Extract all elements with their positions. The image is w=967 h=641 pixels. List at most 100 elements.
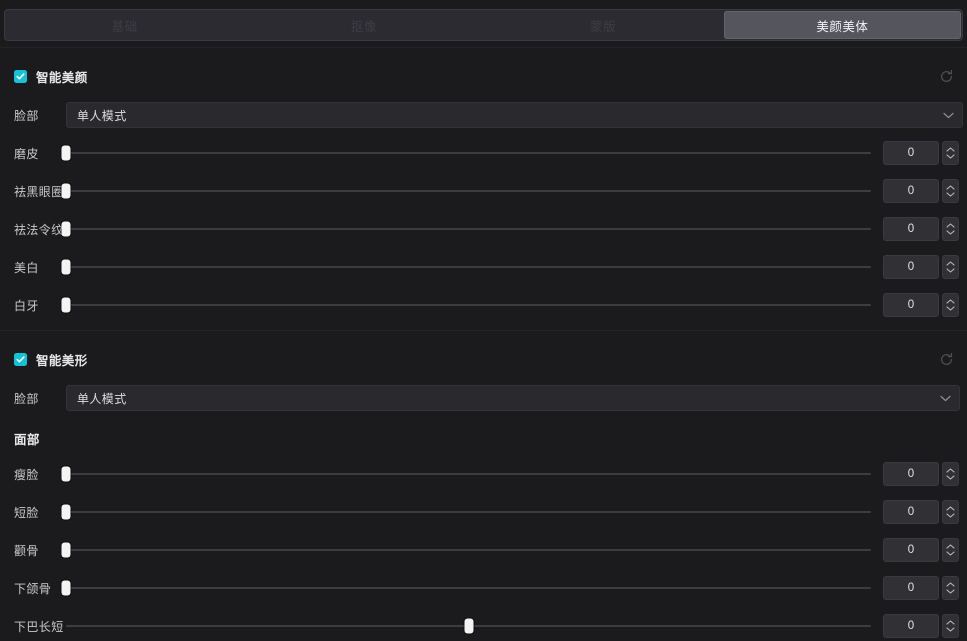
slider-thumb[interactable] bbox=[464, 618, 473, 634]
tab-mask[interactable]: 蒙版 bbox=[485, 11, 722, 39]
spin-value[interactable]: 0 bbox=[883, 255, 939, 279]
reset-circular-arrow-icon[interactable] bbox=[933, 63, 959, 89]
slider-dark-circles[interactable] bbox=[61, 183, 871, 199]
row-face-mode-reshape: 脸部 单人模式 bbox=[0, 379, 967, 417]
row-label: 白牙 bbox=[14, 298, 39, 313]
slider-short-face[interactable] bbox=[61, 504, 871, 520]
row-label: 短脸 bbox=[14, 505, 39, 520]
row-label: 脸部 bbox=[14, 108, 39, 123]
slider-thumb[interactable] bbox=[61, 259, 71, 275]
tab-label: 蒙版 bbox=[590, 19, 617, 34]
chevron-down-icon bbox=[946, 627, 955, 632]
section-header-smart-reshape: 智能美形 bbox=[0, 344, 967, 374]
spinbox-short-face[interactable]: 0 bbox=[883, 500, 959, 524]
row-slider-teeth-whitening: 白牙 0 bbox=[0, 286, 967, 324]
slider-track bbox=[66, 190, 871, 192]
chevron-down-icon bbox=[946, 192, 955, 197]
spin-stepper[interactable] bbox=[942, 614, 959, 638]
select-face-mode-beauty[interactable]: 单人模式 bbox=[66, 102, 963, 128]
row-slider-nasolabial-folds: 祛法令纹 0 bbox=[0, 210, 967, 248]
spin-stepper[interactable] bbox=[942, 179, 959, 203]
spin-value[interactable]: 0 bbox=[883, 217, 939, 241]
tab-beauty-body[interactable]: 美颜美体 bbox=[723, 11, 961, 39]
slider-nasolabial-folds[interactable] bbox=[61, 221, 871, 237]
slider-face-slimming[interactable] bbox=[61, 466, 871, 482]
chevron-up-icon bbox=[946, 223, 955, 228]
slider-track bbox=[66, 304, 871, 306]
chevron-up-icon bbox=[946, 544, 955, 549]
reset-circular-arrow-icon[interactable] bbox=[933, 346, 959, 372]
spin-stepper[interactable] bbox=[942, 538, 959, 562]
slider-thumb[interactable] bbox=[61, 504, 71, 520]
spin-stepper[interactable] bbox=[942, 255, 959, 279]
slider-thumb[interactable] bbox=[61, 580, 71, 596]
spin-value[interactable]: 0 bbox=[883, 293, 939, 317]
chevron-up-icon bbox=[946, 582, 955, 587]
slider-thumb[interactable] bbox=[61, 145, 71, 161]
slider-whitening[interactable] bbox=[61, 259, 871, 275]
chevron-down-icon bbox=[943, 106, 954, 124]
spinbox-chin-length[interactable]: 0 bbox=[883, 614, 959, 638]
spin-value[interactable]: 0 bbox=[883, 141, 939, 165]
chevron-up-icon bbox=[946, 299, 955, 304]
spinbox-whitening[interactable]: 0 bbox=[883, 255, 959, 279]
slider-thumb[interactable] bbox=[61, 221, 71, 237]
slider-track bbox=[66, 473, 871, 475]
slider-teeth-whitening[interactable] bbox=[61, 297, 871, 313]
row-slider-cheekbone: 颧骨 0 bbox=[0, 531, 967, 569]
chevron-up-icon bbox=[946, 468, 955, 473]
tab-basic[interactable]: 基础 bbox=[6, 11, 243, 39]
row-label: 瘦脸 bbox=[14, 467, 39, 482]
slider-chin-length[interactable] bbox=[66, 618, 871, 634]
spin-value[interactable]: 0 bbox=[883, 538, 939, 562]
slider-smoothing[interactable] bbox=[61, 145, 871, 161]
spin-stepper[interactable] bbox=[942, 217, 959, 241]
spin-value[interactable]: 0 bbox=[883, 576, 939, 600]
slider-track bbox=[66, 152, 871, 154]
slider-track bbox=[66, 266, 871, 268]
spin-value[interactable]: 0 bbox=[883, 614, 939, 638]
slider-track bbox=[66, 228, 871, 230]
spin-value[interactable]: 0 bbox=[883, 179, 939, 203]
section-header-smart-beauty: 智能美颜 bbox=[0, 61, 967, 91]
section-title: 智能美颜 bbox=[36, 70, 88, 85]
chevron-up-icon bbox=[946, 261, 955, 266]
chevron-down-icon bbox=[946, 154, 955, 159]
spin-value[interactable]: 0 bbox=[883, 462, 939, 486]
select-face-mode-reshape[interactable]: 单人模式 bbox=[66, 385, 960, 411]
spinbox-cheekbone[interactable]: 0 bbox=[883, 538, 959, 562]
slider-thumb[interactable] bbox=[61, 542, 71, 558]
spin-stepper[interactable] bbox=[942, 462, 959, 486]
chevron-down-icon bbox=[946, 475, 955, 480]
row-face-mode-beauty: 脸部 单人模式 bbox=[0, 96, 967, 134]
spinbox-nasolabial-folds[interactable]: 0 bbox=[883, 217, 959, 241]
slider-thumb[interactable] bbox=[61, 466, 71, 482]
chevron-down-icon bbox=[946, 513, 955, 518]
checkbox-smart-reshape[interactable] bbox=[14, 352, 27, 366]
chevron-up-icon bbox=[946, 620, 955, 625]
spinbox-smoothing[interactable]: 0 bbox=[883, 141, 959, 165]
tab-chroma-key[interactable]: 抠像 bbox=[245, 11, 482, 39]
spin-value[interactable]: 0 bbox=[883, 500, 939, 524]
slider-cheekbone[interactable] bbox=[61, 542, 871, 558]
select-value: 单人模式 bbox=[77, 391, 127, 406]
spin-stepper[interactable] bbox=[942, 293, 959, 317]
spin-stepper[interactable] bbox=[942, 141, 959, 165]
row-slider-whitening: 美白 0 bbox=[0, 248, 967, 286]
spinbox-face-slimming[interactable]: 0 bbox=[883, 462, 959, 486]
spinbox-jawbone[interactable]: 0 bbox=[883, 576, 959, 600]
section-divider bbox=[0, 330, 967, 331]
slider-thumb[interactable] bbox=[61, 297, 71, 313]
spin-stepper[interactable] bbox=[942, 576, 959, 600]
row-label: 祛法令纹 bbox=[14, 222, 64, 237]
checkbox-smart-beauty[interactable] bbox=[14, 69, 27, 83]
slider-jawbone[interactable] bbox=[61, 580, 871, 596]
spin-stepper[interactable] bbox=[942, 500, 959, 524]
row-label: 下巴长短 bbox=[14, 619, 64, 634]
spinbox-dark-circles[interactable]: 0 bbox=[883, 179, 959, 203]
chevron-down-icon bbox=[946, 551, 955, 556]
spinbox-teeth-whitening[interactable]: 0 bbox=[883, 293, 959, 317]
section-title: 智能美形 bbox=[36, 353, 88, 368]
tab-label: 美颜美体 bbox=[816, 19, 869, 34]
slider-thumb[interactable] bbox=[61, 183, 71, 199]
